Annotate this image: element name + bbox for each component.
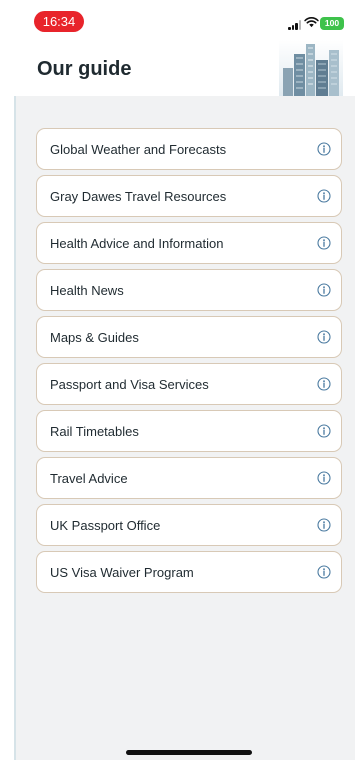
info-icon[interactable]: [317, 377, 331, 391]
info-icon[interactable]: [317, 565, 331, 579]
home-indicator[interactable]: [126, 750, 252, 755]
guide-item[interactable]: Gray Dawes Travel Resources: [36, 175, 342, 217]
city-skyline-image: [279, 40, 343, 98]
guide-list: Global Weather and Forecasts Gray Dawes T…: [36, 128, 342, 598]
status-time: 16:34: [34, 11, 84, 32]
info-icon[interactable]: [317, 424, 331, 438]
page-title: Our guide: [37, 58, 132, 80]
guide-item[interactable]: Travel Advice: [36, 457, 342, 499]
guide-item[interactable]: UK Passport Office: [36, 504, 342, 546]
guide-item-label: Maps & Guides: [50, 329, 139, 345]
info-icon[interactable]: [317, 330, 331, 344]
info-icon[interactable]: [317, 142, 331, 156]
battery-icon: 100: [320, 17, 344, 30]
guide-item[interactable]: US Visa Waiver Program: [36, 551, 342, 593]
status-bar: 16:34 100: [0, 0, 355, 40]
guide-item[interactable]: Rail Timetables: [36, 410, 342, 452]
info-icon[interactable]: [317, 189, 331, 203]
guide-item[interactable]: Health Advice and Information: [36, 222, 342, 264]
guide-item[interactable]: Maps & Guides: [36, 316, 342, 358]
guide-screen: 16:34 100 Our guide Global Weather and F…: [0, 0, 355, 760]
guide-item-label: Travel Advice: [50, 470, 128, 486]
guide-item-label: UK Passport Office: [50, 517, 161, 533]
guide-item-label: US Visa Waiver Program: [50, 564, 194, 580]
info-icon[interactable]: [317, 471, 331, 485]
guide-item-label: Rail Timetables: [50, 423, 139, 439]
guide-item[interactable]: Health News: [36, 269, 342, 311]
info-icon[interactable]: [317, 236, 331, 250]
guide-item[interactable]: Passport and Visa Services: [36, 363, 342, 405]
info-icon[interactable]: [317, 283, 331, 297]
info-icon[interactable]: [317, 518, 331, 532]
header: Our guide: [0, 40, 355, 98]
guide-item-label: Passport and Visa Services: [50, 376, 209, 392]
guide-item-label: Gray Dawes Travel Resources: [50, 188, 227, 204]
wifi-icon: [304, 17, 319, 28]
cellular-signal-icon: [288, 20, 302, 30]
guide-item[interactable]: Global Weather and Forecasts: [36, 128, 342, 170]
guide-item-label: Global Weather and Forecasts: [50, 141, 227, 157]
guide-item-label: Health News: [50, 282, 124, 298]
guide-item-label: Health Advice and Information: [50, 235, 224, 251]
guide-panel: Global Weather and Forecasts Gray Dawes T…: [14, 96, 355, 760]
